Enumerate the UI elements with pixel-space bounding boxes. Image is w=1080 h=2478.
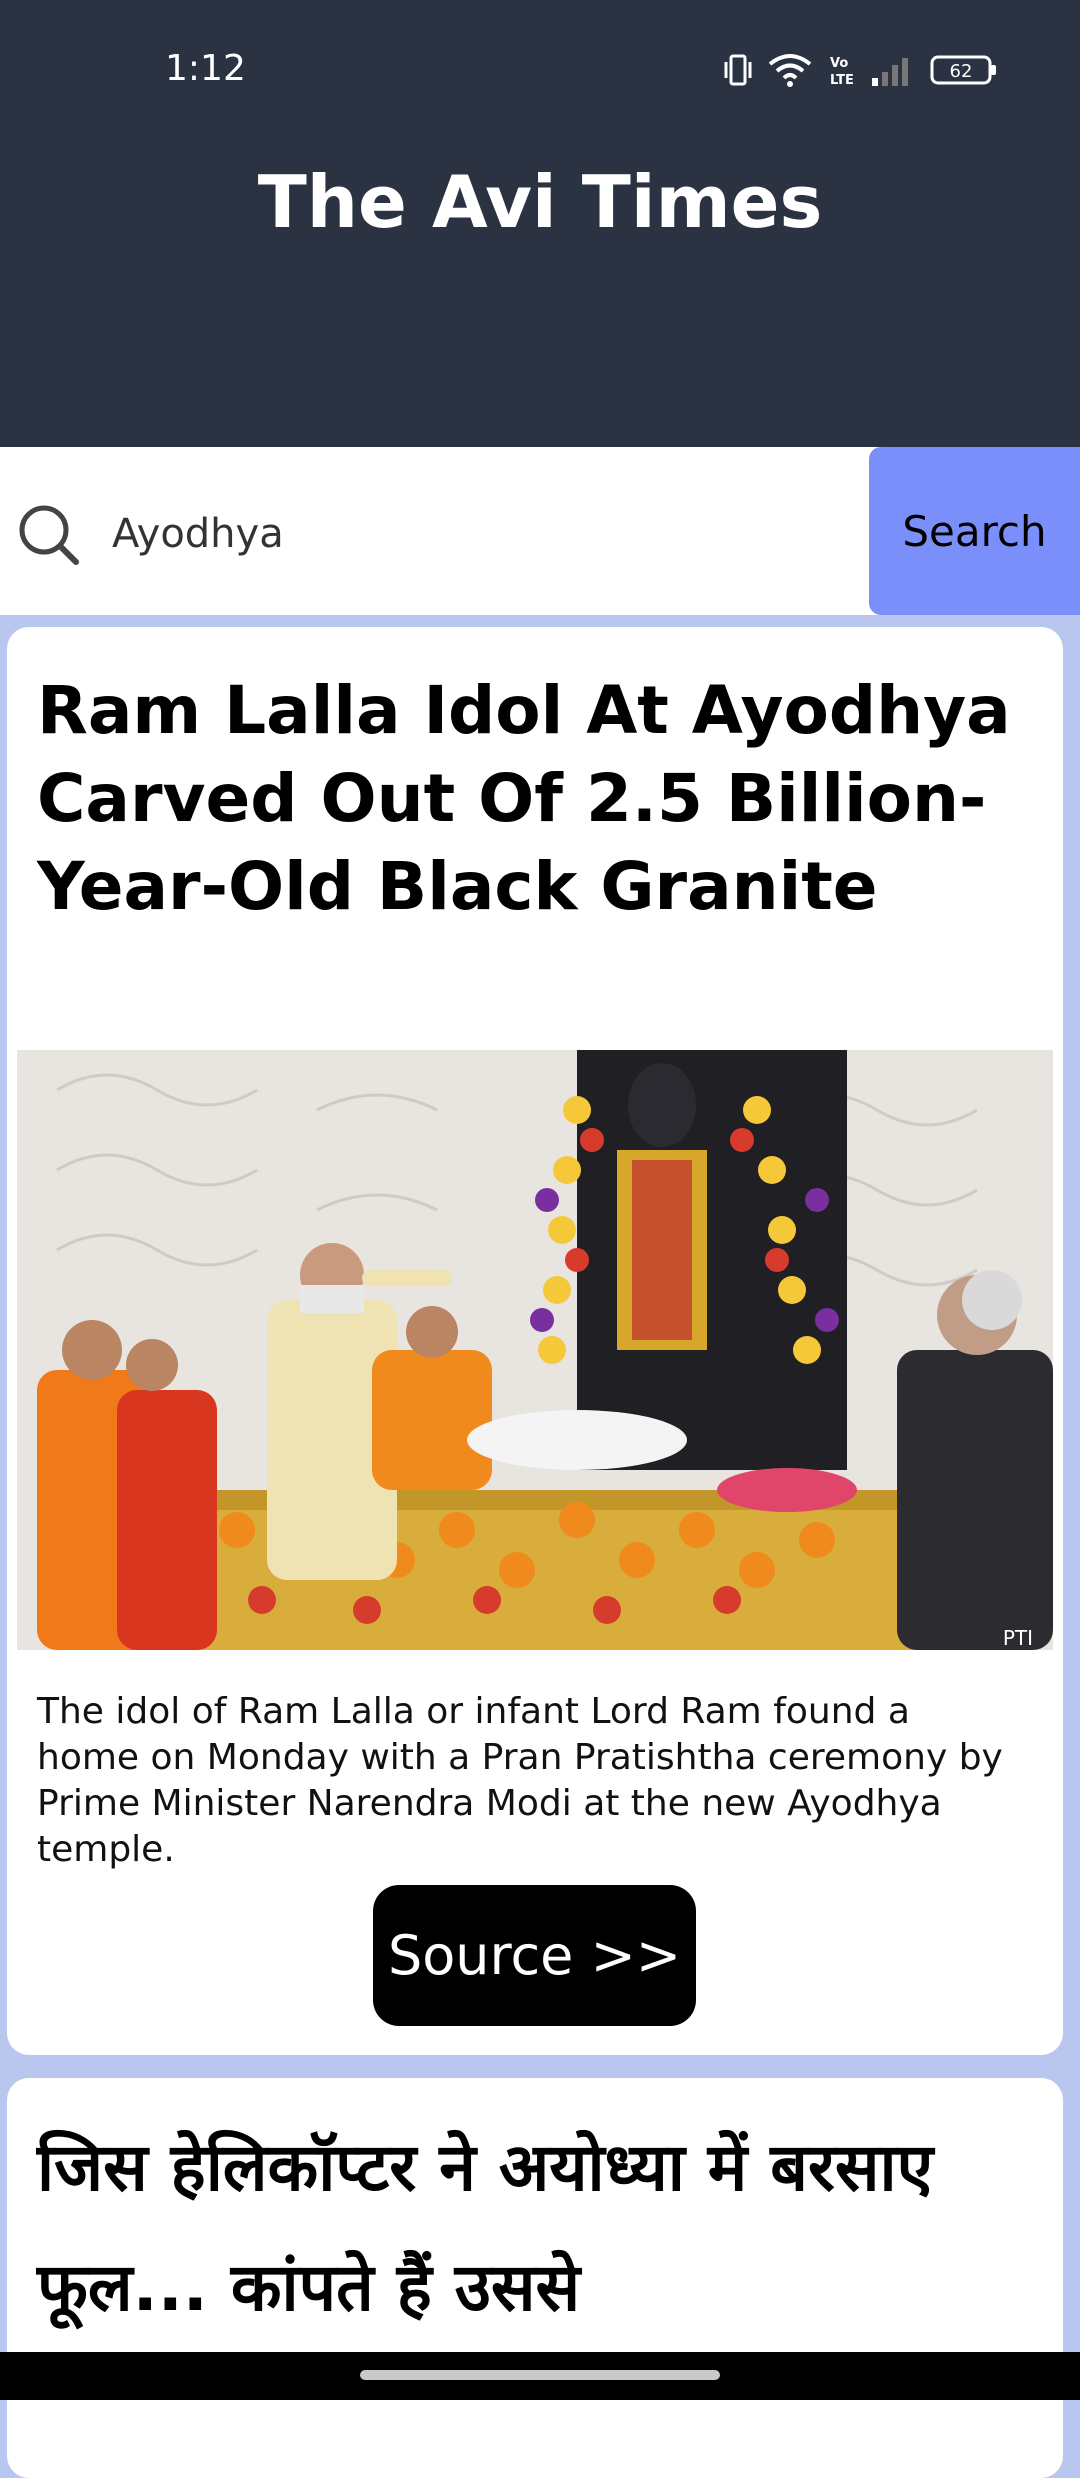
image-credit: PTI [1002,1626,1033,1650]
article-image: PTI [17,1050,1053,1650]
svg-text:62: 62 [950,61,973,82]
status-icons: Vo LTE 62 [724,52,998,88]
search-input[interactable] [110,495,854,572]
source-button[interactable]: Source >> [373,1885,696,2026]
wifi-icon [768,54,812,87]
status-time: 1:12 [165,48,246,89]
signal-icon [872,58,908,86]
search-button[interactable]: Search [869,447,1080,615]
volte-icon: Vo LTE [830,56,854,88]
vibrate-icon [724,54,752,86]
article-card[interactable]: Ram Lalla Idol At Ayodhya Carved Out Of … [7,627,1063,2055]
home-gesture-handle[interactable] [360,2370,720,2380]
app-title: The Avi Times [257,160,823,244]
status-bar: 1:12 Vo LTE 62 [0,0,1080,140]
article-description: The idol of Ram Lalla or infant Lord Ram… [37,1691,1003,1870]
article-title: जिस हेलिकॉप्टर ने अयोध्या में बरसाए फूल.… [37,2129,934,2326]
article-title: Ram Lalla Idol At Ayodhya Carved Out Of … [37,672,1011,925]
svg-text:Vo: Vo [830,56,848,71]
search-icon [19,505,79,565]
svg-text:LTE: LTE [830,73,854,88]
ceremony-photo [17,1050,1053,1650]
battery-icon: 62 [930,55,996,85]
article-card[interactable]: जिस हेलिकॉप्टर ने अयोध्या में बरसाए फूल.… [7,2078,1063,2478]
